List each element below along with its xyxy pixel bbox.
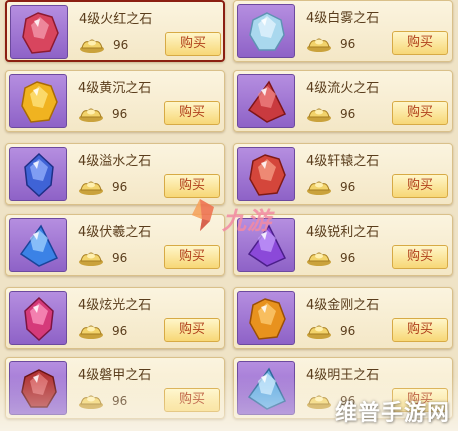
gem-icon <box>249 298 286 340</box>
buy-button[interactable]: 购买 <box>164 318 220 342</box>
price-value: 96 <box>112 251 128 265</box>
buy-button[interactable]: 购买 <box>392 318 448 342</box>
item-name: 4级锐利之石 <box>306 225 380 240</box>
gem-icon <box>21 369 57 408</box>
price-value: 96 <box>113 38 129 52</box>
item-name: 4级溢水之石 <box>78 154 152 169</box>
gold-ingot-icon <box>79 252 103 266</box>
gem-icon <box>19 224 59 267</box>
gem-icon <box>22 12 59 54</box>
logo-text: 九游 <box>222 207 272 235</box>
price-value: 96 <box>340 251 356 265</box>
price-value: 96 <box>340 180 356 194</box>
shop-item-card[interactable]: 4级流火之石 96 购买 <box>233 70 453 132</box>
gem-icon-slot[interactable] <box>237 147 295 201</box>
item-name: 4级流火之石 <box>306 81 380 96</box>
gem-icon-slot[interactable] <box>9 361 67 415</box>
shop-item-card[interactable]: 4级火红之石 96 购买 <box>5 0 225 62</box>
gold-ingot-icon <box>307 38 331 52</box>
gem-icon-slot[interactable] <box>9 74 67 128</box>
nine-game-logo-icon <box>192 199 214 231</box>
price-value: 96 <box>112 324 128 338</box>
item-name: 4级明王之石 <box>306 368 380 383</box>
shop-item-card[interactable]: 4级磐甲之石 96 购买 <box>5 357 225 419</box>
gem-icon-slot[interactable] <box>237 4 295 58</box>
gem-icon <box>247 80 287 123</box>
item-name: 4级磐甲之石 <box>78 368 152 383</box>
price-value: 96 <box>112 107 128 121</box>
price-value: 96 <box>112 394 128 408</box>
gold-ingot-icon <box>79 325 103 339</box>
nine-game-watermark: 九游 <box>180 195 300 235</box>
buy-button[interactable]: 购买 <box>164 245 220 269</box>
gold-ingot-icon <box>307 395 331 409</box>
price-value: 96 <box>340 37 356 51</box>
shop-item-card[interactable]: 4级金刚之石 96 购买 <box>233 287 453 349</box>
gem-icon <box>21 81 58 123</box>
gold-ingot-icon <box>79 395 103 409</box>
price-value: 96 <box>340 324 356 338</box>
item-name: 4级伏羲之石 <box>78 225 152 240</box>
shop-item-card[interactable]: 4级黄沉之石 96 购买 <box>5 70 225 132</box>
item-name: 4级火红之石 <box>79 12 153 27</box>
gem-icon <box>249 154 286 196</box>
gold-ingot-icon <box>307 252 331 266</box>
shop-item-card[interactable]: 4级白雾之石 96 购买 <box>233 0 453 62</box>
shop-item-card[interactable]: 4级炫光之石 96 购买 <box>5 287 225 349</box>
gold-ingot-icon <box>79 108 103 122</box>
gem-icon-slot[interactable] <box>9 291 67 345</box>
gem-icon-slot[interactable] <box>10 5 68 59</box>
gold-ingot-icon <box>307 181 331 195</box>
item-name: 4级炫光之石 <box>78 298 152 313</box>
price-value: 96 <box>112 180 128 194</box>
gold-ingot-icon <box>307 325 331 339</box>
buy-button[interactable]: 购买 <box>392 174 448 198</box>
gold-ingot-icon <box>80 39 104 53</box>
buy-button[interactable]: 购买 <box>164 388 220 412</box>
item-name: 4级轩辕之石 <box>306 154 380 169</box>
buy-button[interactable]: 购买 <box>164 101 220 125</box>
gold-ingot-icon <box>79 181 103 195</box>
gem-icon-slot[interactable] <box>237 291 295 345</box>
buy-button[interactable]: 购买 <box>392 245 448 269</box>
gem-icon <box>247 367 287 410</box>
price-value: 96 <box>340 107 356 121</box>
gem-icon <box>24 297 54 341</box>
gem-icon-slot[interactable] <box>237 361 295 415</box>
gem-icon <box>24 153 54 197</box>
buy-button[interactable]: 购买 <box>392 31 448 55</box>
buy-button[interactable]: 购买 <box>392 101 448 125</box>
gem-icon <box>249 12 285 51</box>
gold-ingot-icon <box>307 108 331 122</box>
site-watermark: 维普手游网 <box>334 401 450 426</box>
item-name: 4级白雾之石 <box>306 11 380 26</box>
item-name: 4级黄沉之石 <box>78 81 152 96</box>
gem-icon-slot[interactable] <box>9 218 67 272</box>
buy-button[interactable]: 购买 <box>165 32 221 56</box>
gem-icon-slot[interactable] <box>237 74 295 128</box>
item-name: 4级金刚之石 <box>306 298 380 313</box>
gem-icon-slot[interactable] <box>9 147 67 201</box>
